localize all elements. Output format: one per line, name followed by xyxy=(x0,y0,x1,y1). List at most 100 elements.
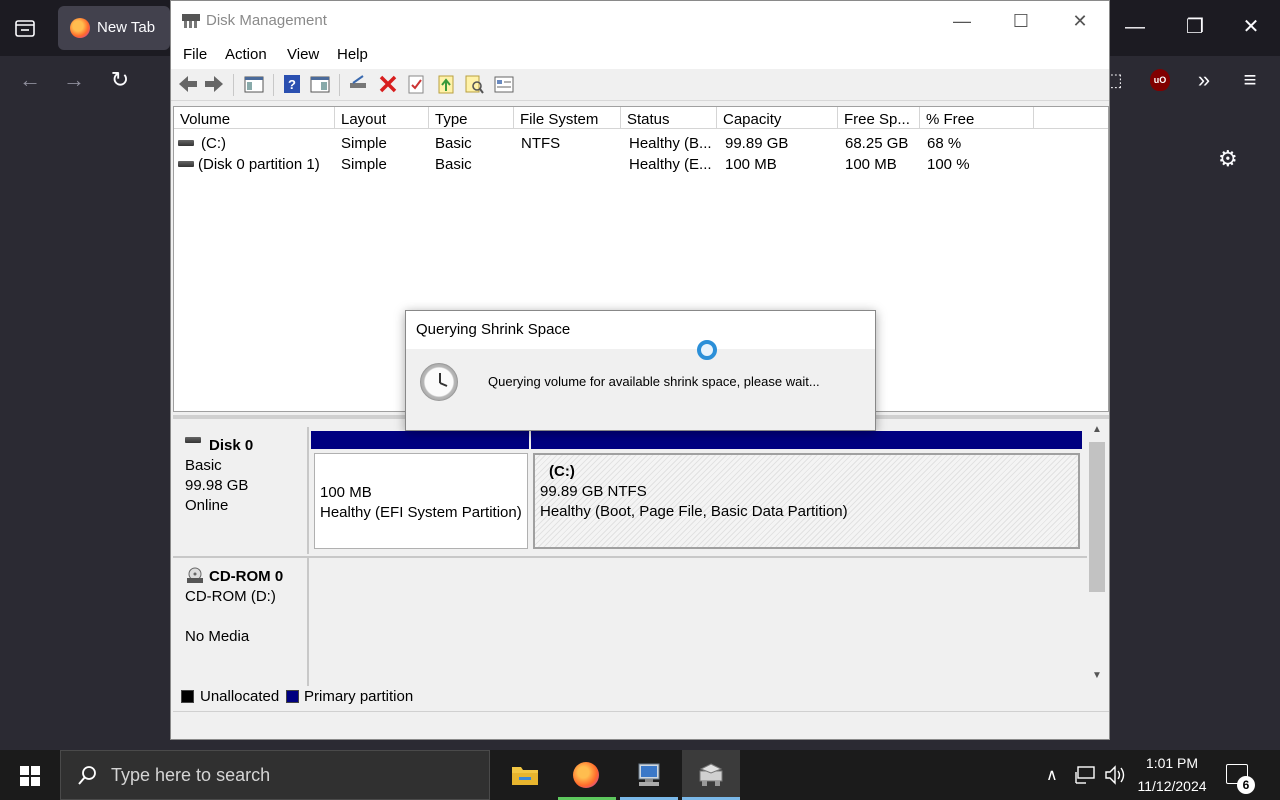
minimize-icon[interactable]: — xyxy=(1120,12,1150,42)
disk-management-icon xyxy=(699,763,723,786)
reload-icon[interactable]: ↻ xyxy=(106,66,134,94)
disk-icon xyxy=(185,437,201,443)
row-divider xyxy=(173,556,1087,558)
column-header-volume[interactable]: Volume xyxy=(174,107,335,129)
toolbar-separator xyxy=(273,74,274,96)
volume-cell: (Disk 0 partition 1) xyxy=(198,156,320,173)
help-icon[interactable]: ? xyxy=(281,73,303,95)
taskbar-date[interactable]: 11/12/2024 xyxy=(1127,778,1217,794)
connect-drive-icon[interactable] xyxy=(347,73,369,95)
hamburger-menu-icon[interactable]: ≡ xyxy=(1236,66,1264,94)
menu-view[interactable]: View xyxy=(287,46,319,63)
disk-name: Disk 0 xyxy=(209,437,254,454)
toolbar-separator xyxy=(233,74,234,96)
column-header-layout[interactable]: Layout xyxy=(335,107,429,129)
partition-status: Healthy (EFI System Partition) xyxy=(320,504,522,521)
drive-icon xyxy=(178,140,194,146)
free-space-cell: 100 MB xyxy=(845,156,897,173)
scroll-up-icon[interactable]: ▲ xyxy=(1087,424,1107,440)
list-all-tabs-icon[interactable] xyxy=(10,14,40,42)
column-header-free-space[interactable]: Free Sp... xyxy=(838,107,920,129)
partition-size: 100 MB xyxy=(320,484,372,501)
window-title: Disk Management xyxy=(206,12,327,29)
show-hidden-icons-icon[interactable]: ∧ xyxy=(1046,765,1058,785)
legend-primary: Primary partition xyxy=(304,688,414,705)
status-cell: Healthy (E... xyxy=(629,156,712,173)
taskbar-disk-management[interactable] xyxy=(682,750,740,800)
disk-0-label[interactable]: Disk 0 Basic 99.98 GB Online xyxy=(173,427,309,554)
dialog-title[interactable]: Querying Shrink Space xyxy=(406,311,875,349)
column-header-type[interactable]: Type xyxy=(429,107,514,129)
disk-state: Online xyxy=(185,497,229,514)
column-header-percent-free[interactable]: % Free xyxy=(920,107,1034,129)
show-hide-action-pane-icon[interactable] xyxy=(309,73,331,95)
back-arrow-icon[interactable]: ← xyxy=(16,66,44,94)
settings-panel-icon[interactable] xyxy=(493,73,515,95)
taskbar-search[interactable]: Type here to search xyxy=(60,750,490,800)
title-bar[interactable]: Disk Management — ☐ ✕ xyxy=(171,1,1109,41)
delete-icon[interactable] xyxy=(377,73,399,95)
settings-gear-icon[interactable]: ⚙ xyxy=(1218,146,1238,172)
show-hide-console-tree-icon[interactable] xyxy=(243,73,265,95)
c-partition[interactable]: (C:) 99.89 GB NTFS Healthy (Boot, Page F… xyxy=(533,453,1080,549)
volume-icon[interactable] xyxy=(1104,765,1126,785)
file-system-cell: NTFS xyxy=(521,135,561,152)
firefox-icon xyxy=(70,18,90,38)
forward-arrow-icon[interactable]: → xyxy=(60,66,88,94)
volume-cell: (C:) xyxy=(201,135,226,152)
menu-action[interactable]: Action xyxy=(225,46,267,63)
legend-unallocated: Unallocated xyxy=(200,688,280,705)
type-cell: Basic xyxy=(435,135,472,152)
vertical-scrollbar[interactable]: ▲ ▼ xyxy=(1087,424,1107,686)
overflow-menu-icon[interactable]: » xyxy=(1190,66,1218,94)
disk-state: No Media xyxy=(185,628,250,645)
partition-name: (C:) xyxy=(549,463,575,480)
type-cell: Basic xyxy=(435,156,472,173)
querying-shrink-dialog: Querying Shrink Space Querying volume fo… xyxy=(405,310,876,431)
partition-bar xyxy=(531,431,1082,449)
properties-icon[interactable] xyxy=(405,73,427,95)
export-list-icon[interactable] xyxy=(435,73,457,95)
start-button[interactable] xyxy=(0,750,58,800)
search-icon xyxy=(78,766,96,785)
cdrom-0-label[interactable]: CD-ROM 0 CD-ROM (D:) No Media xyxy=(173,558,309,686)
menu-help[interactable]: Help xyxy=(337,46,368,63)
disk-type: Basic xyxy=(185,457,222,474)
table-row[interactable]: (Disk 0 partition 1) Simple Basic Health… xyxy=(174,154,1108,175)
network-icon[interactable] xyxy=(1074,765,1096,785)
minimize-button[interactable]: — xyxy=(933,1,991,41)
scroll-down-icon[interactable]: ▼ xyxy=(1087,670,1107,686)
computer-management-icon xyxy=(638,763,660,786)
close-icon[interactable]: ✕ xyxy=(1236,12,1266,42)
taskbar-file-explorer[interactable] xyxy=(496,750,554,800)
partition-bar xyxy=(311,431,529,449)
windows-logo-icon xyxy=(20,766,40,786)
forward-icon[interactable] xyxy=(203,73,225,95)
maximize-button[interactable]: ☐ xyxy=(992,1,1050,41)
back-icon[interactable] xyxy=(177,73,199,95)
primary-swatch xyxy=(286,690,299,703)
taskbar-computer-management[interactable] xyxy=(620,750,678,800)
close-button[interactable]: ✕ xyxy=(1051,1,1109,41)
browser-tab[interactable]: New Tab xyxy=(58,6,170,50)
status-bar xyxy=(173,711,1109,737)
menu-file[interactable]: File xyxy=(183,46,207,63)
scroll-thumb[interactable] xyxy=(1089,442,1105,592)
find-icon[interactable] xyxy=(463,73,485,95)
tab-label: New Tab xyxy=(97,19,156,36)
table-row[interactable]: (C:) Simple Basic NTFS Healthy (B... 99.… xyxy=(174,133,1108,154)
efi-partition[interactable]: 100 MB Healthy (EFI System Partition) xyxy=(314,453,528,549)
column-header-file-system[interactable]: File System xyxy=(514,107,621,129)
column-header-status[interactable]: Status xyxy=(621,107,717,129)
capacity-cell: 100 MB xyxy=(725,156,777,173)
taskbar-firefox[interactable] xyxy=(558,750,616,800)
restore-icon[interactable]: ❐ xyxy=(1180,12,1210,42)
column-header-capacity[interactable]: Capacity xyxy=(717,107,838,129)
unallocated-swatch xyxy=(181,690,194,703)
taskbar-time[interactable]: 1:01 PM xyxy=(1127,755,1217,771)
ublock-origin-icon[interactable]: uO xyxy=(1150,69,1170,91)
capacity-cell: 99.89 GB xyxy=(725,135,789,152)
disk-type: CD-ROM (D:) xyxy=(185,588,276,605)
layout-cell: Simple xyxy=(341,135,387,152)
toolbar-separator xyxy=(339,74,340,96)
